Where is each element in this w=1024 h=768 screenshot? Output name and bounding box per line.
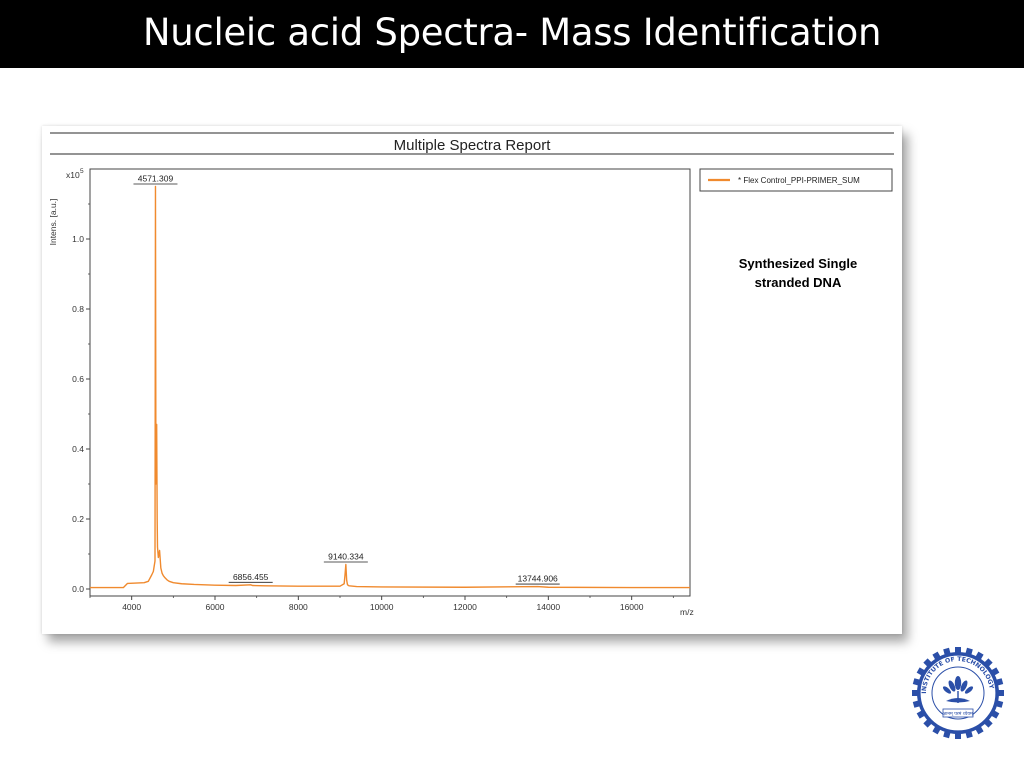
y-multiplier-label: x10 <box>66 170 80 180</box>
spectra-report-panel: Multiple Spectra Report 0.0 0.2 0.4 0.6 0.8 1.… <box>42 126 902 634</box>
y-axis-label: Intens. [a.u.] <box>48 199 58 246</box>
y-tick-label: 0.2 <box>72 514 84 524</box>
y-tick-label: 0.4 <box>72 444 84 454</box>
x-tick-label: 4000 <box>122 602 141 612</box>
peak-label: 4571.309 <box>138 174 174 184</box>
chart-title: Multiple Spectra Report <box>394 137 552 154</box>
x-tick-label: 10000 <box>370 602 394 612</box>
peak-label: 13744.906 <box>518 574 558 584</box>
x-tick-label: 6000 <box>206 602 225 612</box>
peak-label: 9140.334 <box>328 552 364 562</box>
spectrum-line-series-0 <box>90 185 690 589</box>
caption-line-1: Synthesized Single <box>738 256 858 271</box>
x-tick-label: 12000 <box>453 602 477 612</box>
title-bar: Nucleic acid Spectra- Mass Identificatio… <box>0 0 1024 68</box>
y-multiplier-exponent: 5 <box>80 168 84 175</box>
peak-label: 6856.455 <box>233 572 269 582</box>
iit-bombay-logo: INDIAN INSTITUTE OF TECHNOLOGY BOMBAY ज्… <box>910 645 1004 739</box>
plot-frame <box>89 168 691 597</box>
x-tick-label: 8000 <box>289 602 308 612</box>
x-tick-label: 14000 <box>537 602 561 612</box>
x-tick-label: 16000 <box>620 602 644 612</box>
x-axis-label: m/z <box>680 607 694 617</box>
y-tick-label: 0.8 <box>72 304 84 314</box>
y-tick-label: 0.0 <box>72 584 84 594</box>
caption-line-2: stranded DNA <box>754 275 842 290</box>
logo-motto: ज्ञानम् परमं ध्येयम् <box>943 710 973 717</box>
y-tick-label: 0.6 <box>72 374 84 384</box>
legend-entry: * Flex Control_PPI-PRIMER_SUM <box>738 176 860 185</box>
mass-spectrum-chart: Multiple Spectra Report 0.0 0.2 0.4 0.6 0.8 1.… <box>48 132 894 617</box>
sample-caption: Synthesized Single stranded DNA <box>728 254 868 292</box>
slide-title: Nucleic acid Spectra- Mass Identificatio… <box>142 11 882 54</box>
y-tick-label: 1.0 <box>72 234 84 244</box>
